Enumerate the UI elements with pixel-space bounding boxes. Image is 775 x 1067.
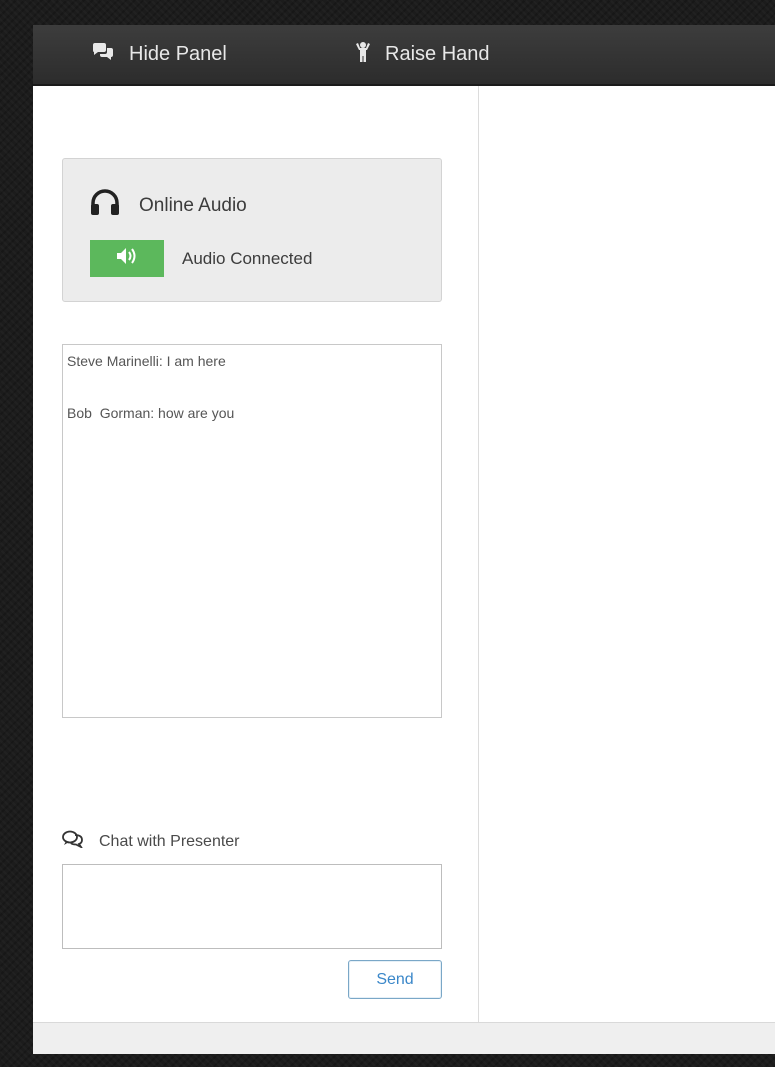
chat-label-row: Chat with Presenter <box>62 830 240 853</box>
app-window: Hide Panel Raise Hand Online Audio Audio… <box>33 25 775 1054</box>
side-panel: Online Audio Audio Connected Steve Marin… <box>33 86 479 1022</box>
chat-message: Steve Marinelli: I am here <box>67 353 226 369</box>
chat-with-presenter-label: Chat with Presenter <box>99 832 240 850</box>
raised-hand-icon <box>355 41 385 69</box>
send-button[interactable]: Send <box>348 960 442 999</box>
footer-bar <box>33 1022 775 1054</box>
chat-icon <box>62 830 84 853</box>
chat-message-input[interactable] <box>62 864 442 949</box>
audio-status-text: Audio Connected <box>182 248 313 268</box>
raise-hand-label: Raise Hand <box>385 43 490 65</box>
top-toolbar: Hide Panel Raise Hand <box>33 25 775 86</box>
audio-status-row: Audio Connected <box>90 240 312 277</box>
presentation-area <box>479 86 775 1022</box>
audio-title-row: Online Audio <box>89 189 247 222</box>
raise-hand-button[interactable]: Raise Hand <box>355 25 490 84</box>
chat-log[interactable]: Steve Marinelli: I am here Bob Gorman: h… <box>62 344 442 718</box>
hide-panel-button[interactable]: Hide Panel <box>91 25 227 84</box>
chat-bubbles-icon <box>91 42 129 68</box>
chat-message: Bob Gorman: how are you <box>67 405 235 421</box>
audio-panel: Online Audio Audio Connected <box>62 158 442 302</box>
audio-title: Online Audio <box>139 194 247 216</box>
headphones-icon <box>89 189 121 222</box>
hide-panel-label: Hide Panel <box>129 43 227 65</box>
speaker-icon <box>116 247 138 270</box>
audio-toggle-button[interactable] <box>90 240 164 277</box>
